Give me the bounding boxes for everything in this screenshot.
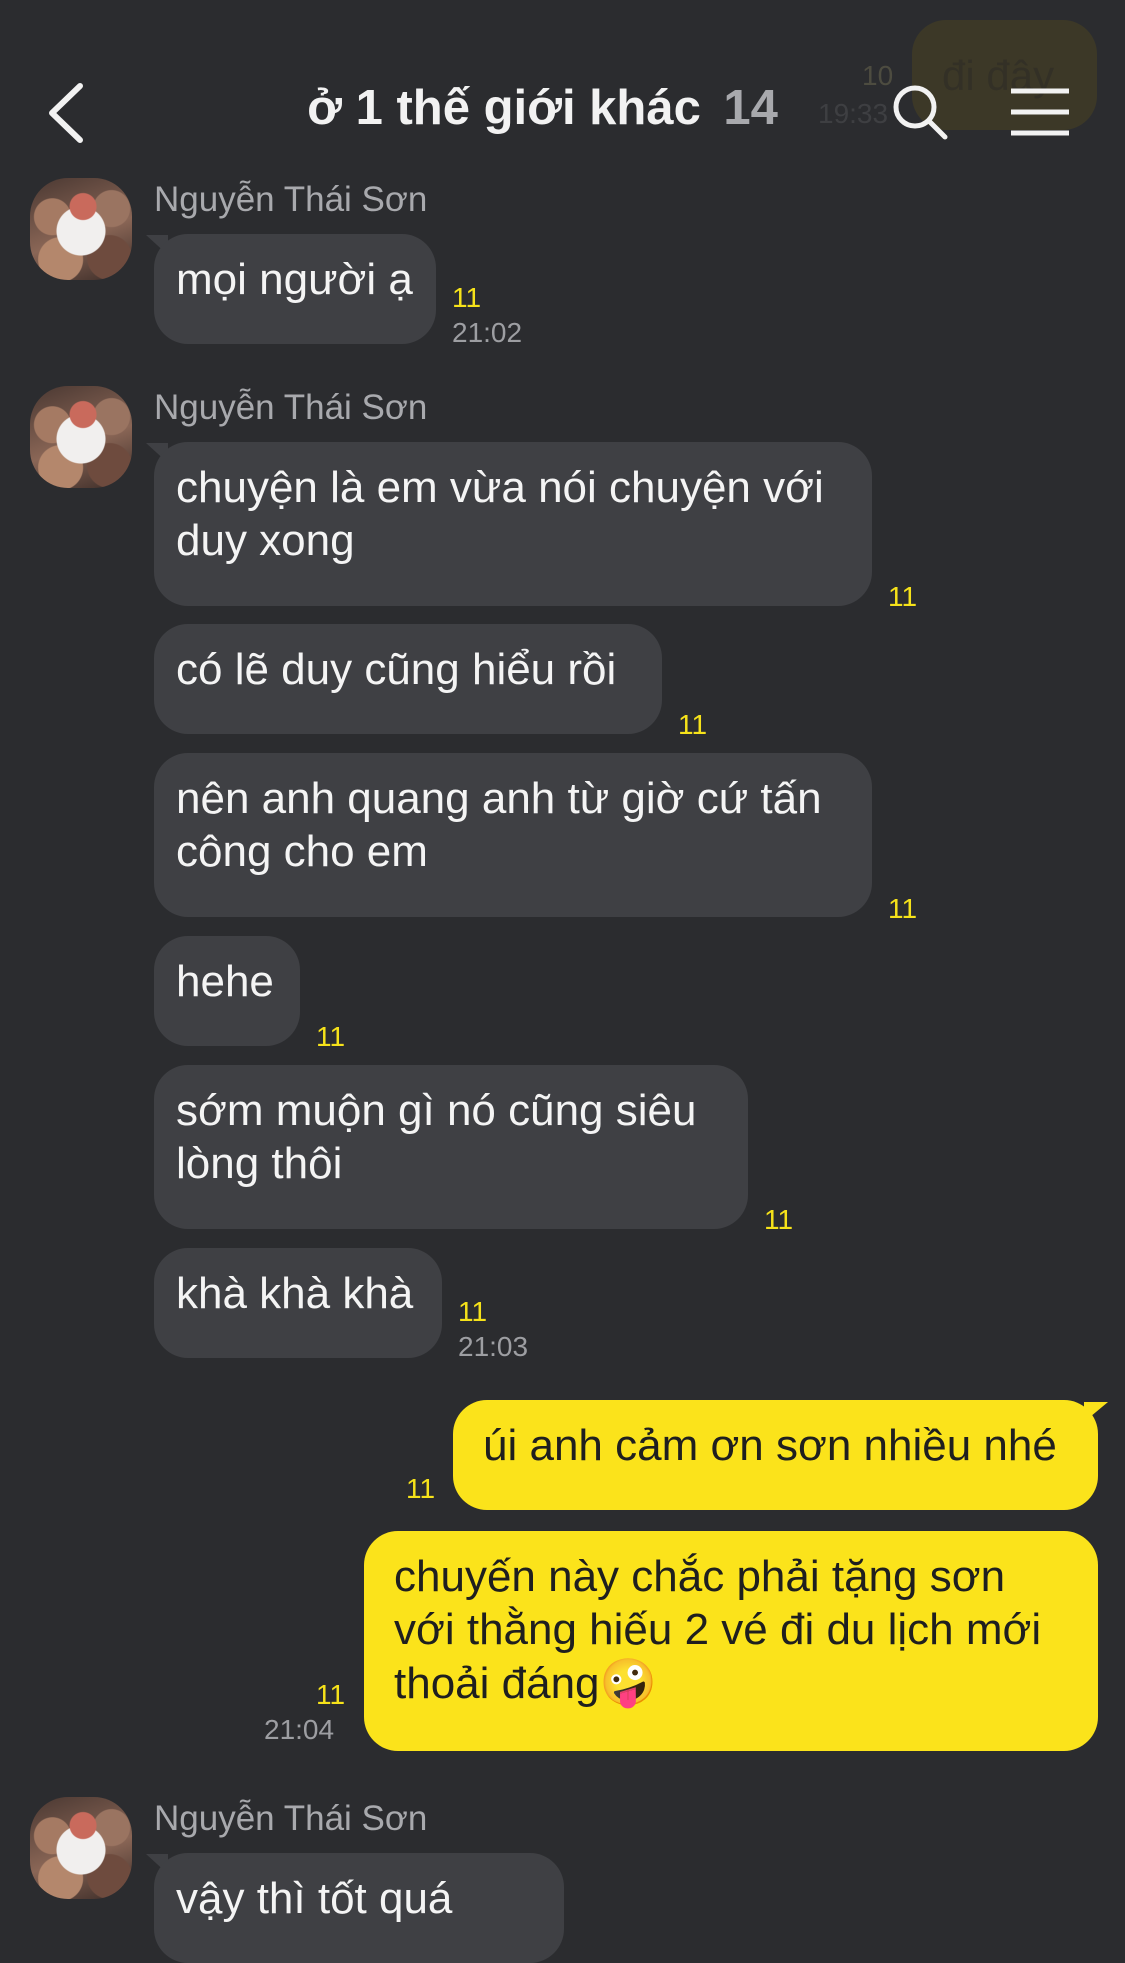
sender-name: Nguyễn Thái Sơn — [154, 388, 428, 427]
menu-button[interactable] — [1008, 86, 1072, 138]
message-bubble[interactable]: nên anh quang anh từ giờ cứ tấn công cho… — [154, 753, 872, 917]
message-bubble[interactable]: úi anh cảm ơn sơn nhiều nhé — [453, 1400, 1098, 1510]
sender-name: Nguyễn Thái Sơn — [154, 1799, 428, 1838]
member-count: 14 — [723, 81, 778, 135]
unread-count: 11 — [888, 581, 918, 612]
unread-count: 11 — [316, 1021, 346, 1052]
message-bubble[interactable]: hehe — [154, 936, 300, 1046]
message-bubble[interactable]: có lẽ duy cũng hiểu rồi — [154, 624, 662, 734]
message-bubble[interactable]: mọi người ạ — [154, 234, 436, 344]
search-button[interactable] — [890, 82, 950, 142]
avatar[interactable] — [30, 386, 132, 488]
chat-title-bar: ở 1 thế giới khác 14 — [0, 80, 1125, 136]
message-bubble[interactable]: vậy thì tốt quá — [154, 1853, 564, 1963]
menu-icon — [1011, 88, 1069, 136]
message-bubble[interactable]: khà khà khà — [154, 1248, 442, 1358]
unread-count: 11 — [458, 1296, 488, 1327]
message-time: 21:03 — [458, 1331, 529, 1362]
message-bubble[interactable]: chuyện là em vừa nói chuyện với duy xong — [154, 442, 872, 606]
message-bubble[interactable]: sớm muộn gì nó cũng siêu lòng thôi — [154, 1065, 748, 1229]
unread-count: 11 — [316, 1679, 346, 1710]
message-time: 21:04 — [264, 1714, 335, 1745]
chat-title: ở 1 thế giới khác — [307, 81, 701, 135]
message-bubble[interactable]: chuyến này chắc phải tặng sơn với thằng … — [364, 1531, 1098, 1751]
unread-count: 11 — [406, 1473, 436, 1504]
unread-count: 11 — [888, 893, 918, 924]
sender-name: Nguyễn Thái Sơn — [154, 180, 428, 219]
unread-count: 11 — [764, 1204, 794, 1235]
avatar[interactable] — [30, 1797, 132, 1899]
message-text: chuyến này chắc phải tặng sơn với thằng … — [394, 1552, 1042, 1708]
search-icon — [893, 85, 948, 140]
unread-count: 11 — [452, 282, 482, 313]
message-time: 21:02 — [452, 317, 523, 348]
unread-count: 11 — [678, 709, 708, 740]
avatar[interactable] — [30, 178, 132, 280]
emoji-icon: 🤪 — [599, 1656, 657, 1708]
